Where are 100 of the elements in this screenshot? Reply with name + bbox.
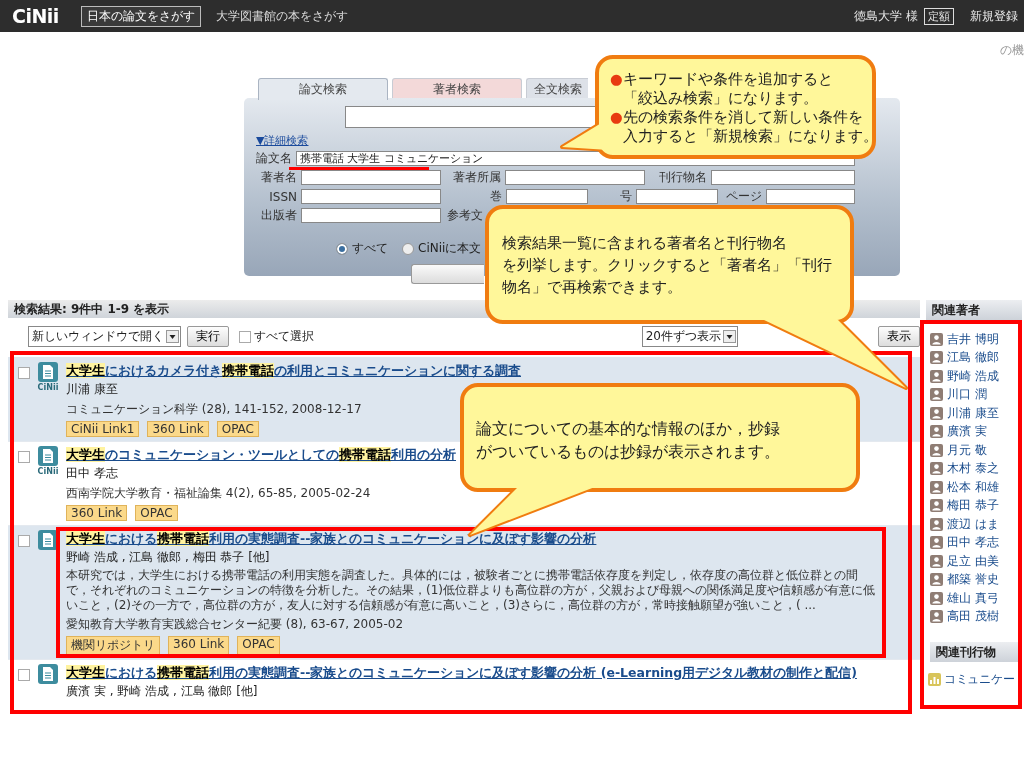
author-link[interactable]: 梅田 恭子 <box>947 497 999 515</box>
callout-text: 「絞込み検索」になります。 <box>622 89 819 108</box>
author-link[interactable]: 松本 和雄 <box>947 478 999 496</box>
person-icon <box>930 462 943 476</box>
field-label: 刊行物名 <box>659 169 707 186</box>
author-link[interactable]: 都築 誉史 <box>947 571 999 589</box>
callout-text: 入力すると「新規検索」になります。 <box>622 127 878 146</box>
link-badge[interactable]: OPAC <box>216 421 259 437</box>
checkbox[interactable] <box>18 669 30 681</box>
cut-off-text: の機 <box>1000 42 1024 59</box>
author-link[interactable]: 田中 孝志 <box>947 534 999 552</box>
document-icon <box>38 530 58 550</box>
search-tab[interactable]: 全文検索 <box>526 78 588 98</box>
nav-link[interactable]: 日本の論文をさがす <box>80 5 201 27</box>
callout-text: を列挙します。クリックすると「著者名」「刊行 <box>502 255 832 276</box>
input-field[interactable] <box>301 170 441 185</box>
person-icon <box>930 388 943 402</box>
person-icon <box>930 351 943 365</box>
author-link[interactable]: 高田 茂樹 <box>947 608 999 626</box>
author-link[interactable]: 渡辺 はま <box>947 515 999 533</box>
person-icon <box>930 480 943 494</box>
checkbox[interactable] <box>18 451 30 463</box>
search-field[interactable] <box>345 106 596 128</box>
field-label: ISSN <box>269 189 297 204</box>
run-button[interactable]: 実行 <box>187 326 229 347</box>
logo[interactable]: CiNii <box>12 5 59 27</box>
person-icon <box>930 443 943 457</box>
input-field[interactable] <box>711 170 855 185</box>
callout-text: 先の検索条件を消して新しい条件を <box>622 108 864 127</box>
per-page-select[interactable]: 20件ずつ表示 <box>641 326 738 347</box>
search-button[interactable] <box>411 264 484 284</box>
author-link[interactable]: 野崎 浩成 <box>947 367 999 385</box>
author-link[interactable]: 足立 由美 <box>947 552 999 570</box>
checkbox[interactable] <box>18 535 30 547</box>
input-field[interactable] <box>505 170 645 185</box>
caret-icon <box>723 330 736 343</box>
field-label: 巻 <box>490 188 502 205</box>
bullet-icon: ● <box>610 108 623 127</box>
author-link[interactable]: 雄山 真弓 <box>947 589 999 607</box>
checkbox[interactable] <box>239 330 251 343</box>
radio-button[interactable] <box>336 242 348 255</box>
field-label: 著者名 <box>261 169 297 186</box>
person-icon <box>930 554 943 568</box>
field-label: 出版者 <box>261 207 297 224</box>
input-field[interactable] <box>301 208 441 223</box>
user-name: 徳島大学 様 <box>854 7 918 25</box>
show-button[interactable]: 表示 <box>878 326 920 347</box>
person-icon <box>930 499 943 513</box>
radio-label: すべて <box>352 240 388 257</box>
result-title-link[interactable]: 大学生における携帯電話利用の実態調査--家族とのコミュニケーションに及ぼす影響の分析 (e-Learning用デジタル教材の制作と配信) <box>66 665 857 680</box>
author-link[interactable]: 江島 徹郎 <box>947 349 999 367</box>
link-badge[interactable]: CiNii Link1 <box>66 421 140 437</box>
callout-text: 物名」で再検索できます。 <box>502 277 683 298</box>
person-icon <box>930 591 943 605</box>
person-icon <box>930 332 943 346</box>
radio-button[interactable] <box>402 242 414 255</box>
search-tab[interactable]: 著者検索 <box>392 78 522 98</box>
source-label: CiNii <box>37 467 59 476</box>
input-field[interactable] <box>766 189 855 204</box>
field-label: 論文名 <box>256 150 292 167</box>
field-label: 号 <box>620 188 632 205</box>
link-badge[interactable]: OPAC <box>135 505 178 521</box>
author-link[interactable]: 木村 泰之 <box>947 460 999 478</box>
person-icon <box>930 406 943 420</box>
input-field[interactable] <box>636 189 718 204</box>
person-icon <box>930 610 943 624</box>
author-link[interactable]: 廣濱 実 <box>947 423 987 441</box>
radio-label: CiNiiに本文 <box>418 240 482 257</box>
author-list: 野崎 浩成 , 江島 徹郎 , 梅田 恭子 [他] <box>66 549 880 566</box>
person-icon <box>930 517 943 531</box>
nav-link[interactable]: 大学図書館の本をさがす <box>210 6 353 26</box>
checkbox-label: すべて選択 <box>254 328 314 345</box>
document-icon <box>38 362 58 382</box>
link-badge[interactable]: 360 Link <box>147 421 209 437</box>
person-icon <box>930 369 943 383</box>
window-select[interactable]: 新しいウィンドウで開く <box>28 326 181 347</box>
bar-chart-icon <box>928 672 941 686</box>
author-list: 田中 孝志 <box>66 465 880 482</box>
input-field[interactable] <box>301 189 441 204</box>
author-link[interactable]: 川浦 康至 <box>947 404 999 422</box>
plan-badge: 定額 <box>924 7 954 25</box>
advanced-search-link[interactable]: ▼詳細検索 <box>256 133 309 148</box>
register-link[interactable]: 新規登録 <box>970 7 1018 25</box>
person-icon <box>930 573 943 587</box>
result-title-link[interactable]: 大学生のコミュニケーション・ツールとしての携帯電話利用の分析 <box>66 447 456 462</box>
journal-citation: コミュニケーション科学 (28), 141-152, 2008-12-17 <box>66 401 363 418</box>
journal-link[interactable]: コミュニケー <box>944 671 1015 687</box>
link-badge[interactable]: OPAC <box>237 636 280 655</box>
field-label: 参考文 <box>447 207 483 224</box>
result-title-link[interactable]: 大学生におけるカメラ付き携帯電話の利用とコミュニケーションに関する調査 <box>66 363 521 378</box>
search-tab[interactable]: 論文検索 <box>258 78 388 100</box>
checkbox[interactable] <box>18 367 30 379</box>
link-badge[interactable]: 360 Link <box>66 505 128 521</box>
author-link[interactable]: 吉井 博明 <box>947 330 999 348</box>
person-icon <box>930 536 943 550</box>
source-label: CiNii <box>37 383 59 392</box>
sidebar-heading: 関連著者 <box>926 300 1022 320</box>
author-link[interactable]: 川口 潤 <box>947 386 987 404</box>
input-field[interactable] <box>506 189 588 204</box>
author-link[interactable]: 月元 敬 <box>947 441 987 459</box>
